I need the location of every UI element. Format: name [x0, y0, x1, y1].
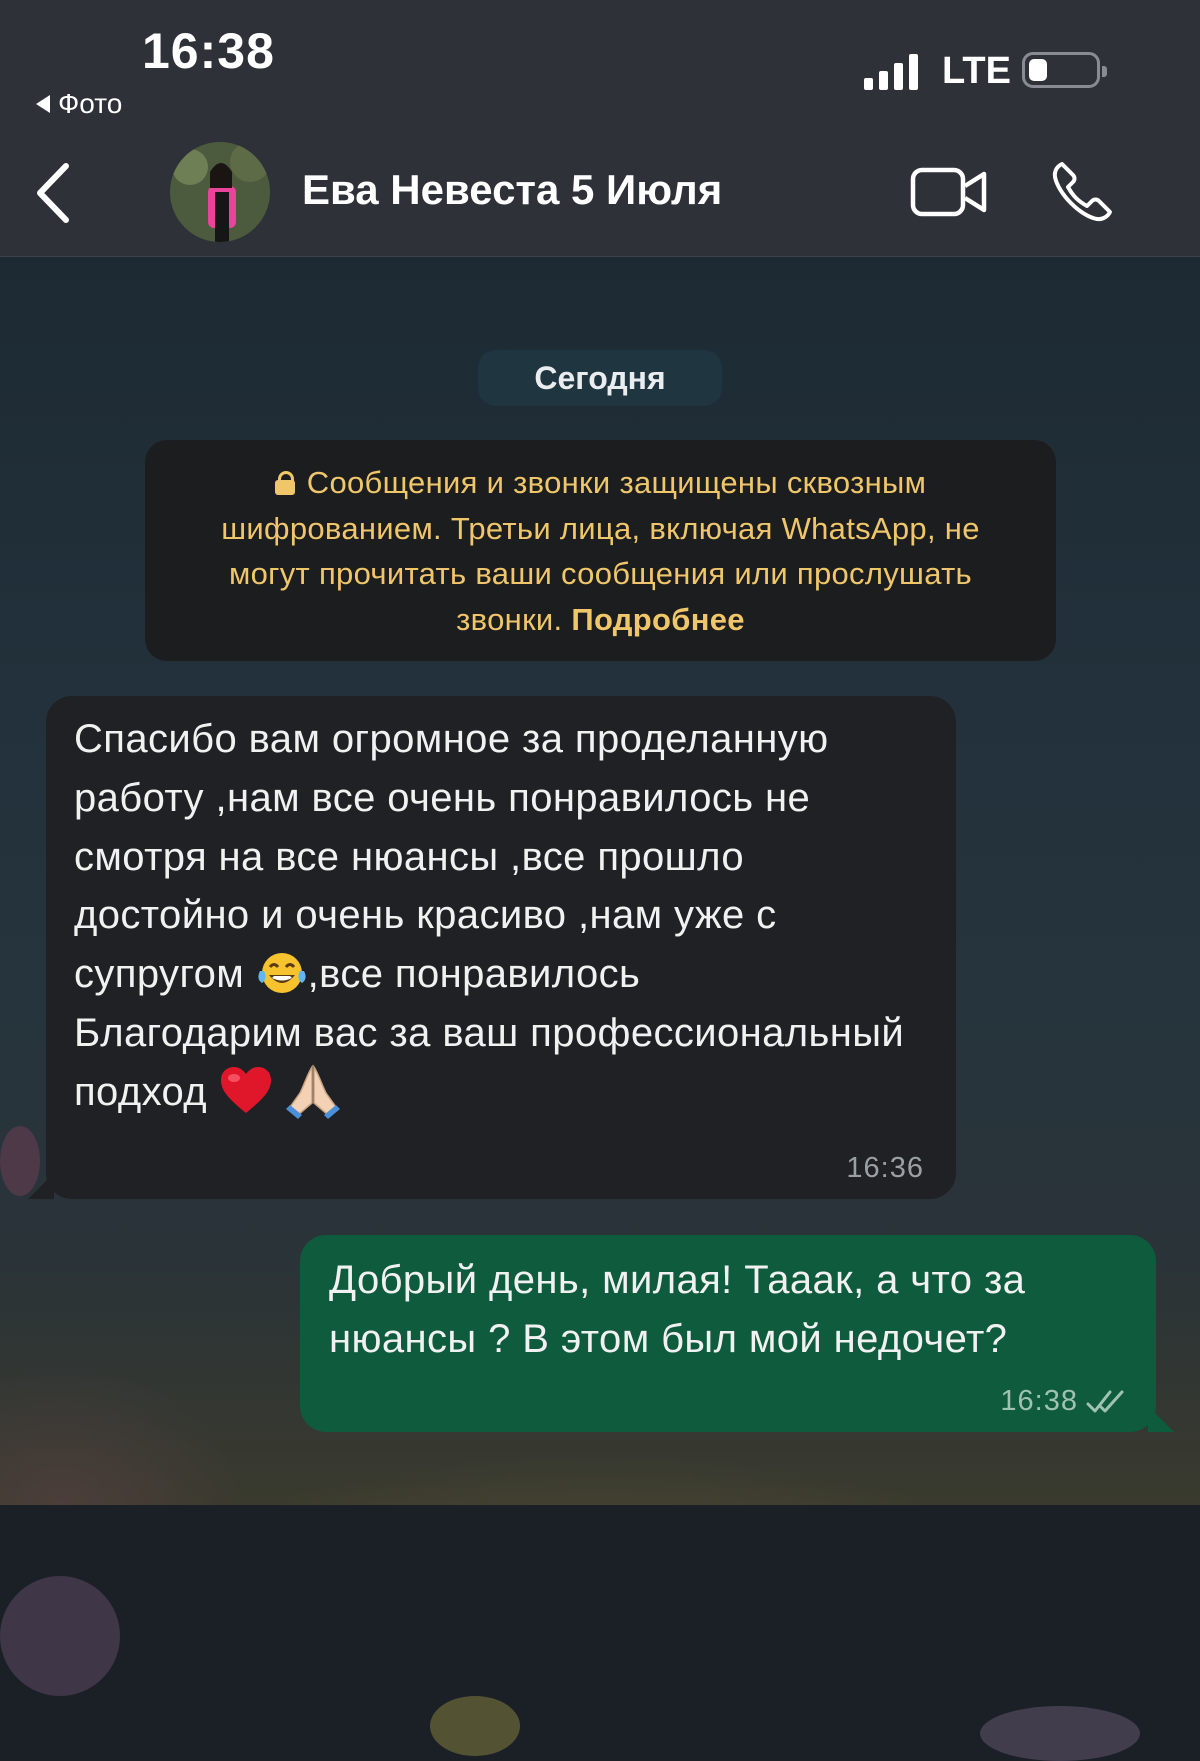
wallpaper-flower [430, 1696, 520, 1756]
incoming-message-bubble[interactable]: Спасибо вам огромное за проделанную рабо… [28, 696, 956, 1199]
outgoing-message-bubble[interactable]: Добрый день, милая! Тааак, а что за нюан… [300, 1235, 1174, 1432]
chevron-left-icon[interactable] [34, 160, 80, 226]
phone-icon[interactable] [1050, 160, 1114, 224]
learn-more-link[interactable]: Подробнее [571, 602, 744, 637]
video-camera-icon[interactable] [910, 164, 988, 220]
message-text: Добрый день, милая! Тааак, а что за нюан… [329, 1258, 1026, 1361]
wallpaper-flower [980, 1706, 1140, 1761]
back-app-label: Фото [58, 88, 123, 119]
chat-header: 16:38 Фото LTE Ева Невеста 5 Июля [0, 0, 1200, 257]
date-separator: Сегодня [478, 350, 722, 406]
message-meta: 16:38 [1000, 1385, 1126, 1418]
back-triangle-icon [36, 95, 50, 113]
double-check-icon [1086, 1390, 1124, 1412]
message-time: 16:38 [1000, 1385, 1078, 1417]
message-text: Спасибо вам огромное за проделанную рабо… [74, 710, 926, 1122]
back-to-app-link[interactable]: Фото [36, 88, 122, 120]
face-with-tears-of-joy-icon [258, 953, 306, 994]
contact-photo [170, 142, 270, 242]
contact-name[interactable]: Ева Невеста 5 Июля [302, 166, 722, 214]
status-time: 16:38 [142, 23, 275, 79]
network-type: LTE [942, 50, 1011, 92]
folded-hands-icon [286, 1064, 341, 1119]
signal-icon [864, 52, 918, 90]
battery-icon [1022, 52, 1107, 88]
encryption-notice[interactable]: Сообщения и звонки защищены сквозным шиф… [145, 440, 1056, 661]
lock-icon [274, 471, 295, 495]
message-time: 16:36 [846, 1152, 924, 1184]
wallpaper-flower [0, 1576, 120, 1696]
red-heart-icon [220, 1066, 271, 1113]
avatar[interactable] [170, 142, 270, 242]
